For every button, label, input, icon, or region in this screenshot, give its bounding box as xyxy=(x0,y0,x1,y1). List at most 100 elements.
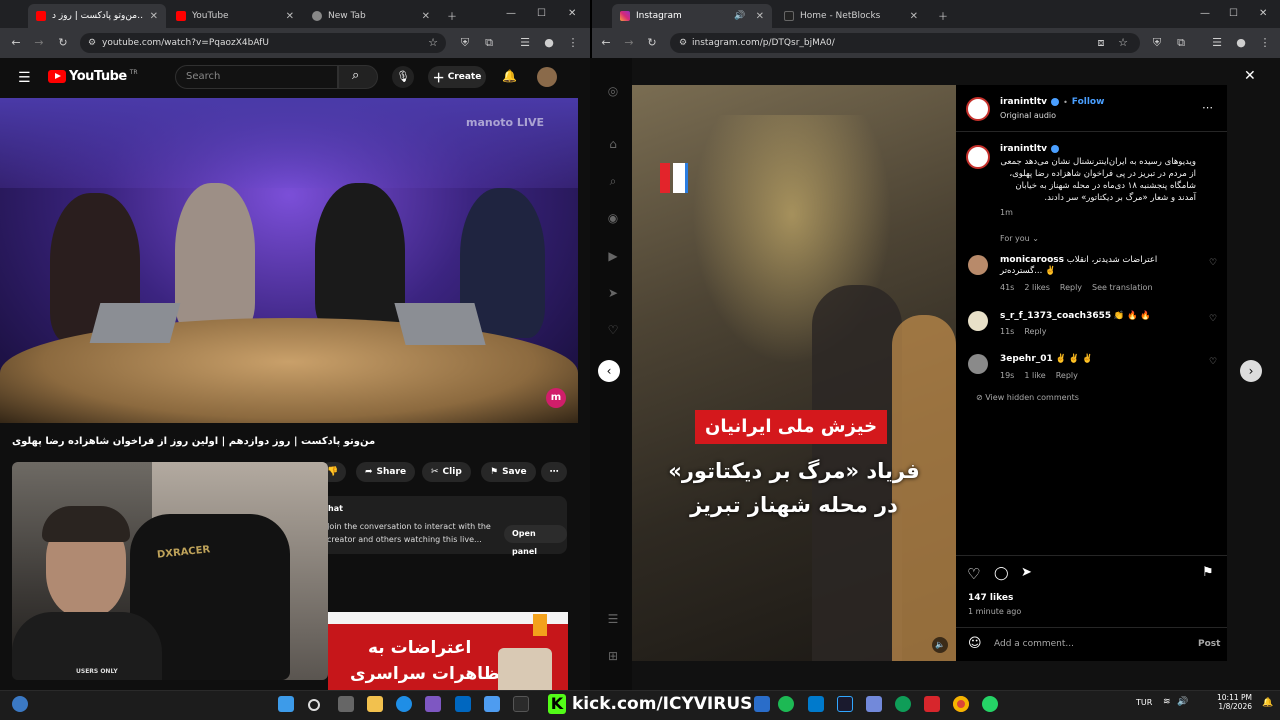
reload-icon[interactable]: ↻ xyxy=(56,36,70,50)
close-tab-icon[interactable]: ✕ xyxy=(286,11,294,22)
chrome-icon[interactable] xyxy=(953,696,969,712)
extensions-icon[interactable]: ⧉ xyxy=(1174,36,1188,50)
audio-playing-icon[interactable]: 🔊 xyxy=(734,11,745,21)
explore-icon[interactable]: ◉ xyxy=(606,211,620,225)
app-icon[interactable] xyxy=(754,696,770,712)
maximize-icon[interactable]: ☐ xyxy=(1229,8,1238,19)
account-avatar[interactable] xyxy=(537,67,557,87)
address-bar[interactable]: youtube.com/watch?v=PqaozX4bAfU xyxy=(80,33,446,53)
wifi-icon[interactable]: ≋ xyxy=(1163,697,1171,707)
save-button[interactable]: ⚑ Save xyxy=(481,462,536,482)
open-panel-button[interactable]: Open panel xyxy=(504,525,567,556)
volume-icon[interactable]: 🔊 xyxy=(1177,697,1188,707)
post-video[interactable]: خیزش ملی ایرانیان فریاد «مرگ بر دیکتاتور… xyxy=(632,85,956,661)
follow-button[interactable]: Follow xyxy=(1072,97,1105,107)
youtube-logo[interactable]: YouTube TR xyxy=(48,69,138,84)
like-comment-heart-icon[interactable]: ♡ xyxy=(1209,357,1217,367)
post-options-icon[interactable]: ⋯ xyxy=(1202,101,1213,114)
input-language[interactable]: TUR xyxy=(1136,698,1152,707)
menu-icon[interactable]: ⋮ xyxy=(566,36,580,50)
file-explorer-icon[interactable] xyxy=(367,696,383,712)
view-hidden-comments-link[interactable]: ⊘ View hidden comments xyxy=(976,393,1079,402)
photoshop-icon[interactable] xyxy=(837,696,853,712)
reels-icon[interactable]: ▶ xyxy=(606,249,620,263)
terminal-icon[interactable] xyxy=(513,696,529,712)
close-window-icon[interactable]: ✕ xyxy=(568,8,576,19)
new-tab-icon[interactable]: ＋ xyxy=(938,8,948,23)
notifications-bell-icon[interactable]: 🔔 xyxy=(502,69,517,83)
shield-icon[interactable]: ⛨ xyxy=(1150,36,1164,50)
messages-icon[interactable]: ➤ xyxy=(606,286,620,300)
start-windows-icon[interactable] xyxy=(278,696,294,712)
widgets-weather-icon[interactable] xyxy=(12,696,28,712)
spotify-icon[interactable] xyxy=(778,696,794,712)
next-post-button[interactable]: › xyxy=(1240,360,1262,382)
tab-search-icon[interactable]: ☰ xyxy=(518,36,532,50)
extensions-icon[interactable]: ⧉ xyxy=(482,36,496,50)
back-icon[interactable]: ← xyxy=(9,36,23,50)
close-tab-icon[interactable]: ✕ xyxy=(756,11,764,22)
emoji-icon[interactable]: ☺ xyxy=(968,636,982,651)
search-icon[interactable]: ⌕ xyxy=(606,174,620,188)
like-comment-heart-icon[interactable]: ♡ xyxy=(1209,314,1217,324)
post-comment-button[interactable]: Post xyxy=(1198,639,1220,649)
bookmark-star-icon[interactable]: ☆ xyxy=(1116,36,1130,50)
close-window-icon[interactable]: ✕ xyxy=(1259,8,1267,19)
like-heart-icon[interactable]: ♡ xyxy=(967,565,980,583)
clip-button[interactable]: ✂ Clip xyxy=(422,462,471,482)
minimize-icon[interactable]: — xyxy=(506,8,516,19)
new-tab-icon[interactable]: ＋ xyxy=(447,8,457,23)
video-player[interactable]: manoto LIVE m xyxy=(0,98,578,423)
close-tab-icon[interactable]: ✕ xyxy=(910,11,918,22)
instagram-logo-icon[interactable]: ◎ xyxy=(606,84,620,98)
mail-icon[interactable] xyxy=(455,696,471,712)
app-icon[interactable] xyxy=(866,696,882,712)
caption-author-avatar[interactable] xyxy=(966,145,990,169)
related-video-thumbnail[interactable]: اعتراضات به تظاهرات سراسری xyxy=(328,612,568,690)
search-button[interactable]: ⌕ xyxy=(338,65,378,89)
clock[interactable]: 10:11 PM 1/8/2026 xyxy=(1216,693,1252,711)
microphone-icon[interactable]: 🎙 xyxy=(392,66,414,88)
back-icon[interactable]: ← xyxy=(599,36,613,50)
photos-icon[interactable] xyxy=(484,696,500,712)
site-info-icon[interactable]: ⚙ xyxy=(85,36,99,50)
notifications-heart-icon[interactable]: ♡ xyxy=(606,323,620,337)
bookmark-star-icon[interactable]: ☆ xyxy=(426,36,440,50)
comment-bubble-icon[interactable]: ◯ xyxy=(994,566,1009,581)
site-info-icon[interactable]: ⚙ xyxy=(676,36,690,50)
install-app-icon[interactable]: ⧈ xyxy=(1094,36,1108,50)
tab-search-icon[interactable]: ☰ xyxy=(1210,36,1224,50)
tab-netblocks[interactable]: Home - NetBlocks ✕ xyxy=(776,4,926,28)
reload-icon[interactable]: ↻ xyxy=(645,36,659,50)
close-tab-icon[interactable]: ✕ xyxy=(422,11,430,22)
task-view-icon[interactable] xyxy=(338,696,354,712)
address-bar[interactable]: instagram.com/p/DTQsr_bjMA0/ xyxy=(670,33,1140,53)
forward-icon[interactable]: → xyxy=(32,36,46,50)
for-you-filter[interactable]: For you ⌄ xyxy=(1000,234,1039,243)
add-comment-input[interactable]: Add a comment... xyxy=(994,639,1074,649)
tab-instagram[interactable]: Instagram 🔊 ✕ xyxy=(612,4,772,28)
hamburger-menu-icon[interactable]: ☰ xyxy=(18,70,31,86)
maximize-icon[interactable]: ☐ xyxy=(537,8,546,19)
search-input[interactable]: Search xyxy=(175,65,338,89)
search-icon[interactable] xyxy=(308,699,320,711)
whatsapp-icon[interactable] xyxy=(982,696,998,712)
copilot-icon[interactable] xyxy=(425,696,441,712)
notification-bell-icon[interactable]: 🔔 xyxy=(1262,698,1273,708)
save-bookmark-icon[interactable]: ⚑ xyxy=(1202,565,1214,580)
minimize-icon[interactable]: — xyxy=(1200,8,1210,19)
tab-youtube[interactable]: YouTube ✕ xyxy=(168,4,302,28)
mute-toggle-icon[interactable]: 🔈 xyxy=(932,637,948,653)
commenter-avatar[interactable] xyxy=(968,311,988,331)
also-from-meta-icon[interactable]: ⊞ xyxy=(606,649,620,663)
edge-icon[interactable] xyxy=(396,696,412,712)
app-icon[interactable] xyxy=(924,696,940,712)
profile-avatar-icon[interactable]: ● xyxy=(542,36,556,50)
share-send-icon[interactable]: ➤ xyxy=(1021,565,1032,580)
shield-icon[interactable]: ⛨ xyxy=(458,36,472,50)
create-button[interactable]: ＋ Create xyxy=(428,66,486,88)
app-icon[interactable] xyxy=(895,696,911,712)
close-modal-icon[interactable]: ✕ xyxy=(1244,68,1256,84)
commenter-avatar[interactable] xyxy=(968,354,988,374)
previous-post-button[interactable]: ‹ xyxy=(598,360,620,382)
